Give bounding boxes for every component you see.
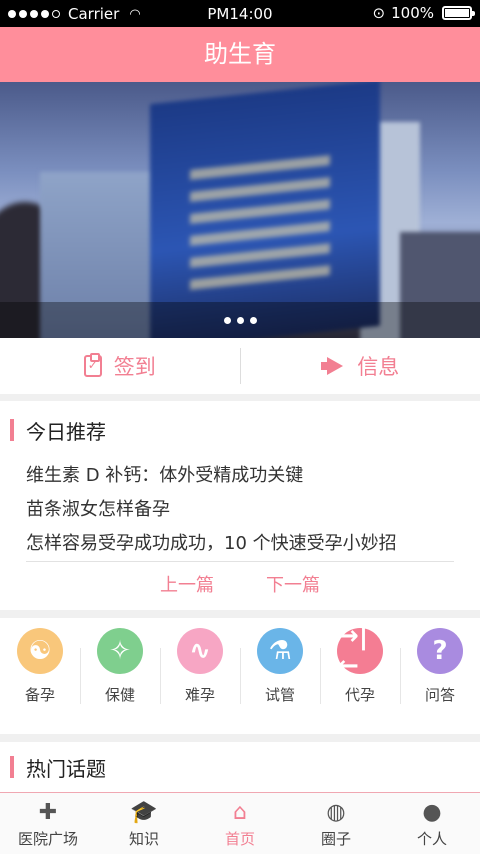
tab-label: 圈子 [320,830,351,848]
planet-icon: ◍ [326,799,346,825]
recommend-title: 今日推荐 [26,419,106,444]
battery-percent: 100% [391,4,434,22]
category-daiyun[interactable]: →|← 代孕 [320,618,400,734]
category-label: 备孕 [24,686,55,704]
location-plus-icon: ✚ [38,799,58,825]
graduation-cap-icon: 🎓 [130,799,158,825]
section-header: 今日推荐 [0,401,480,459]
recommend-item[interactable]: 苗条淑女怎样备孕 [26,493,480,527]
app-header: 助生育 [0,27,480,82]
arrows-inward-icon: →|← [337,621,383,681]
pager-dot[interactable] [236,317,244,324]
checkin-button[interactable]: 签到 [0,338,240,394]
category-nanyun[interactable]: ∿ 难孕 [160,618,240,734]
yin-yang-icon: ☯ [17,628,63,674]
pulse-icon: ∿ [177,628,223,674]
tab-circle[interactable]: ◍ 圈子 [288,793,384,854]
prev-article-link[interactable]: 上一篇 [160,571,214,597]
recommend-list: 维生素 D 补钙：体外受精成功关键 苗条淑女怎样备孕 怎样容易受孕成功成功，10… [0,459,480,561]
question-icon: ? [417,628,463,674]
carousel-pager[interactable] [0,317,480,324]
hot-title: 热门话题 [26,756,106,781]
pager-dot[interactable] [249,317,257,324]
banner-building-main [150,82,380,338]
article-pager: 上一篇 下一篇 [0,571,480,597]
category-shiguan[interactable]: ⚗ 试管 [240,618,320,734]
divider [26,561,454,562]
home-icon: ⌂ [233,799,247,825]
tab-knowledge[interactable]: 🎓 知识 [96,793,192,854]
quick-actions: 签到 信息 [0,338,480,394]
megaphone-icon [321,357,345,375]
checkin-label: 签到 [113,355,156,379]
tab-profile[interactable]: ● 个人 [384,793,480,854]
tab-label: 知识 [128,830,159,848]
flask-icon: ⚗ [257,628,303,674]
category-label: 问答 [424,686,455,704]
tab-label: 首页 [224,830,255,848]
tab-label: 个人 [416,830,447,848]
banner-carousel[interactable] [0,82,480,338]
tab-home[interactable]: ⌂ 首页 [192,793,288,854]
hot-topics: 热门话题 [0,742,480,792]
next-article-link[interactable]: 下一篇 [266,571,320,597]
tab-bar: ✚ 医院广场 🎓 知识 ⌂ 首页 ◍ 圈子 ● 个人 [0,792,480,854]
accent-bar [10,419,14,441]
accent-bar [10,756,14,778]
status-right: ⊙ 100% [372,4,475,22]
tab-label: 医院广场 [17,830,78,848]
person-icon: ● [422,799,442,825]
clipboard-check-icon [83,353,102,377]
category-beiyun[interactable]: ☯ 备孕 [0,618,80,734]
category-label: 试管 [264,686,295,704]
recommend-item[interactable]: 维生素 D 补钙：体外受精成功关键 [26,459,480,493]
category-grid: ☯ 备孕 ✧ 保健 ∿ 难孕 ⚗ 试管 →|← 代孕 ? 问答 [0,618,480,734]
category-wenda[interactable]: ? 问答 [400,618,480,734]
category-baojian[interactable]: ✧ 保健 [80,618,160,734]
message-button[interactable]: 信息 [241,338,480,394]
rotation-lock-icon: ⊙ [372,4,386,22]
exercise-icon: ✧ [97,628,143,674]
recommend-item[interactable]: 怎样容易受孕成功成功，10 个快速受孕小妙招 [26,527,480,561]
category-label: 难孕 [184,686,215,704]
recommend-card: 今日推荐 维生素 D 补钙：体外受精成功关键 苗条淑女怎样备孕 怎样容易受孕成功… [0,401,480,610]
category-label: 保健 [104,686,135,704]
status-bar: Carrier ◠ PM14:00 ⊙ 100% [0,0,480,27]
battery-icon [442,6,475,20]
page-title: 助生育 [204,40,276,68]
tab-hospital[interactable]: ✚ 医院广场 [0,793,96,854]
section-header: 热门话题 [0,742,480,792]
pager-dot[interactable] [223,317,231,324]
category-label: 代孕 [344,686,375,704]
message-label: 信息 [357,355,400,379]
